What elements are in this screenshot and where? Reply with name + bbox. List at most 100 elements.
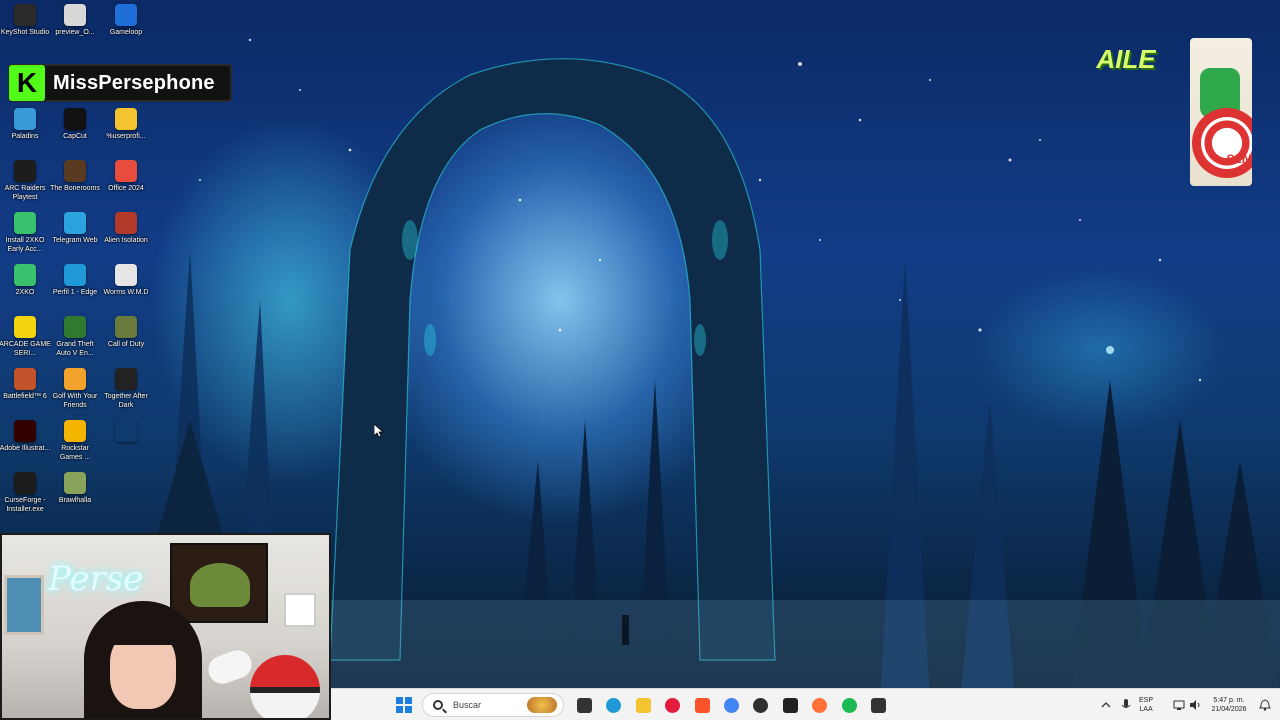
desktop-icon[interactable]: Worms W.M.D	[101, 264, 151, 297]
search-highlight-icon	[527, 697, 557, 713]
desktop-icon[interactable]: Adobe Illustrat...	[0, 420, 50, 453]
desktop-icon[interactable]: Grand Theft Auto V En...	[50, 316, 100, 358]
streamer-name-overlay: K MissPersephone	[8, 64, 232, 102]
illustrator-icon	[14, 420, 36, 442]
microphone-tray-icon[interactable]	[1121, 698, 1131, 712]
desktop-icon-label: KeyShot Studio	[0, 29, 50, 36]
desktop-icon[interactable]	[101, 420, 151, 444]
network-icon[interactable]	[1173, 699, 1185, 711]
desktop-icon[interactable]: Alien Isolation	[101, 212, 151, 245]
rockstar-icon	[64, 420, 86, 442]
desktop-icon-label: Alien Isolation	[104, 237, 148, 244]
curseforge-icon	[14, 472, 36, 494]
worms-icon	[115, 264, 137, 286]
kick-logo-icon: K	[9, 65, 45, 101]
desktop-icon-label: Telegram Web	[52, 237, 98, 244]
blank-icon	[115, 420, 137, 442]
desktop-icon-label: CurseForge - Installer.exe	[4, 497, 46, 513]
desktop-icon[interactable]: CurseForge - Installer.exe	[0, 472, 50, 514]
desktop-icon[interactable]: Office 2024	[101, 160, 151, 193]
firefox-icon	[811, 697, 827, 713]
taskbar-app-button[interactable]	[691, 694, 713, 716]
wall-painting	[4, 575, 44, 635]
desktop-icon-label: ARC Raiders Playtest	[4, 185, 46, 201]
taskbar-app-button[interactable]	[720, 694, 742, 716]
taskbar-app-button[interactable]	[749, 694, 771, 716]
alien-isolation-icon	[115, 212, 137, 234]
desktop-icon[interactable]: Install 2XKO Early Acc...	[0, 212, 50, 254]
sponsor-text: SEN	[1226, 152, 1251, 166]
desktop-icon-label: CapCut	[63, 133, 87, 140]
desktop-icon-label: Office 2024	[108, 185, 144, 192]
desktop-icon[interactable]: The Bonerooms	[50, 160, 100, 193]
volume-icon[interactable]	[1189, 699, 1201, 711]
desktop-icon[interactable]: Together After Dark	[101, 368, 151, 410]
desktop-icon-label: Golf With Your Friends	[52, 393, 98, 409]
start-button[interactable]	[393, 694, 415, 716]
taskbar-app-button[interactable]	[808, 694, 830, 716]
bonerooms-icon	[64, 160, 86, 182]
desktop-icon[interactable]: ARCADE GAME SERI...	[0, 316, 51, 358]
desktop-icon-label: Together After Dark	[104, 393, 148, 409]
desktop-icon[interactable]: Call of Duty	[101, 316, 151, 349]
desktop-icon-label: Adobe Illustrat...	[0, 445, 51, 452]
notification-bell-icon[interactable]	[1259, 699, 1271, 711]
desktop-icon[interactable]: KeyShot Studio	[0, 4, 50, 37]
taskbar-app-button[interactable]	[661, 694, 683, 716]
desktop-icon-label: Brawlhalla	[58, 497, 92, 504]
search-icon	[433, 700, 443, 710]
desktop-icon[interactable]: Battlefield™ 6	[0, 368, 50, 401]
chrome-icon	[723, 697, 739, 713]
show-hidden-icons-chevron-icon[interactable]	[1101, 700, 1111, 710]
gameloop-icon	[115, 4, 137, 26]
brawlhalla-icon	[64, 472, 86, 494]
desktop-icon-label: Battlefield™ 6	[3, 393, 47, 400]
desktop-icon-label: Call of Duty	[107, 341, 145, 348]
file-icon	[64, 4, 86, 26]
golf-icon	[64, 368, 86, 390]
desktop-icon[interactable]: Telegram Web	[50, 212, 100, 245]
taskbar-app-button[interactable]	[838, 694, 860, 716]
streamer-name: MissPersephone	[53, 71, 215, 94]
search-placeholder: Buscar	[453, 700, 482, 710]
neon-sign: Perse	[48, 559, 144, 599]
language-indicator[interactable]: ESP LAA	[1139, 689, 1153, 720]
tool-icon	[870, 697, 886, 713]
desktop-icon[interactable]: Rockstar Games ...	[50, 420, 100, 462]
clock[interactable]: 5:47 p. m. 21/04/2026	[1206, 689, 1252, 720]
desktop-icon[interactable]: Perfil 1 - Edge	[50, 264, 100, 297]
arcade-icon	[14, 316, 36, 338]
obs-icon	[752, 697, 768, 713]
taskbar-app-button[interactable]	[602, 694, 624, 716]
2xko-installer-icon	[14, 212, 36, 234]
desktop-icon-label: preview_O...	[55, 29, 95, 36]
desktop-icon[interactable]: Gameloop	[101, 4, 151, 37]
desktop-icon[interactable]: CapCut	[50, 108, 100, 141]
keyshot-icon	[14, 4, 36, 26]
desktop-icon[interactable]: ARC Raiders Playtest	[0, 160, 50, 202]
desktop-icon[interactable]: Paladins	[0, 108, 50, 141]
brave-icon	[694, 697, 710, 713]
desktop-icon-label: ARCADE GAME SERI...	[0, 341, 51, 357]
clock-time: 5:47 p. m.	[1213, 697, 1245, 704]
keyboard-layout: LAA	[1139, 706, 1153, 713]
picture-frame	[284, 593, 316, 627]
taskbar-app-button[interactable]	[779, 694, 801, 716]
arc-raiders-icon	[14, 160, 36, 182]
office-icon	[115, 160, 137, 182]
epic-games-icon	[115, 368, 137, 390]
desktop-icon-label: Perfil 1 - Edge	[52, 289, 98, 296]
taskbar-app-button[interactable]	[573, 694, 595, 716]
desktop-icon[interactable]: 2XKO	[0, 264, 50, 297]
desktop-icon-label: Grand Theft Auto V En...	[56, 341, 94, 357]
taskbar-app-button[interactable]	[867, 694, 889, 716]
taskbar-app-button[interactable]	[632, 694, 654, 716]
desktop-icon[interactable]: Brawlhalla	[50, 472, 100, 505]
desktop-icon-label: The Bonerooms	[50, 185, 100, 192]
desktop-icon[interactable]: Golf With Your Friends	[50, 368, 100, 410]
taskbar-search-box[interactable]: Buscar	[422, 693, 564, 717]
edge-icon	[64, 264, 86, 286]
desktop-icon[interactable]: preview_O...	[50, 4, 100, 37]
desktop-icon-label: Paladins	[11, 133, 39, 140]
desktop-icon[interactable]: %userprofi...	[101, 108, 151, 141]
